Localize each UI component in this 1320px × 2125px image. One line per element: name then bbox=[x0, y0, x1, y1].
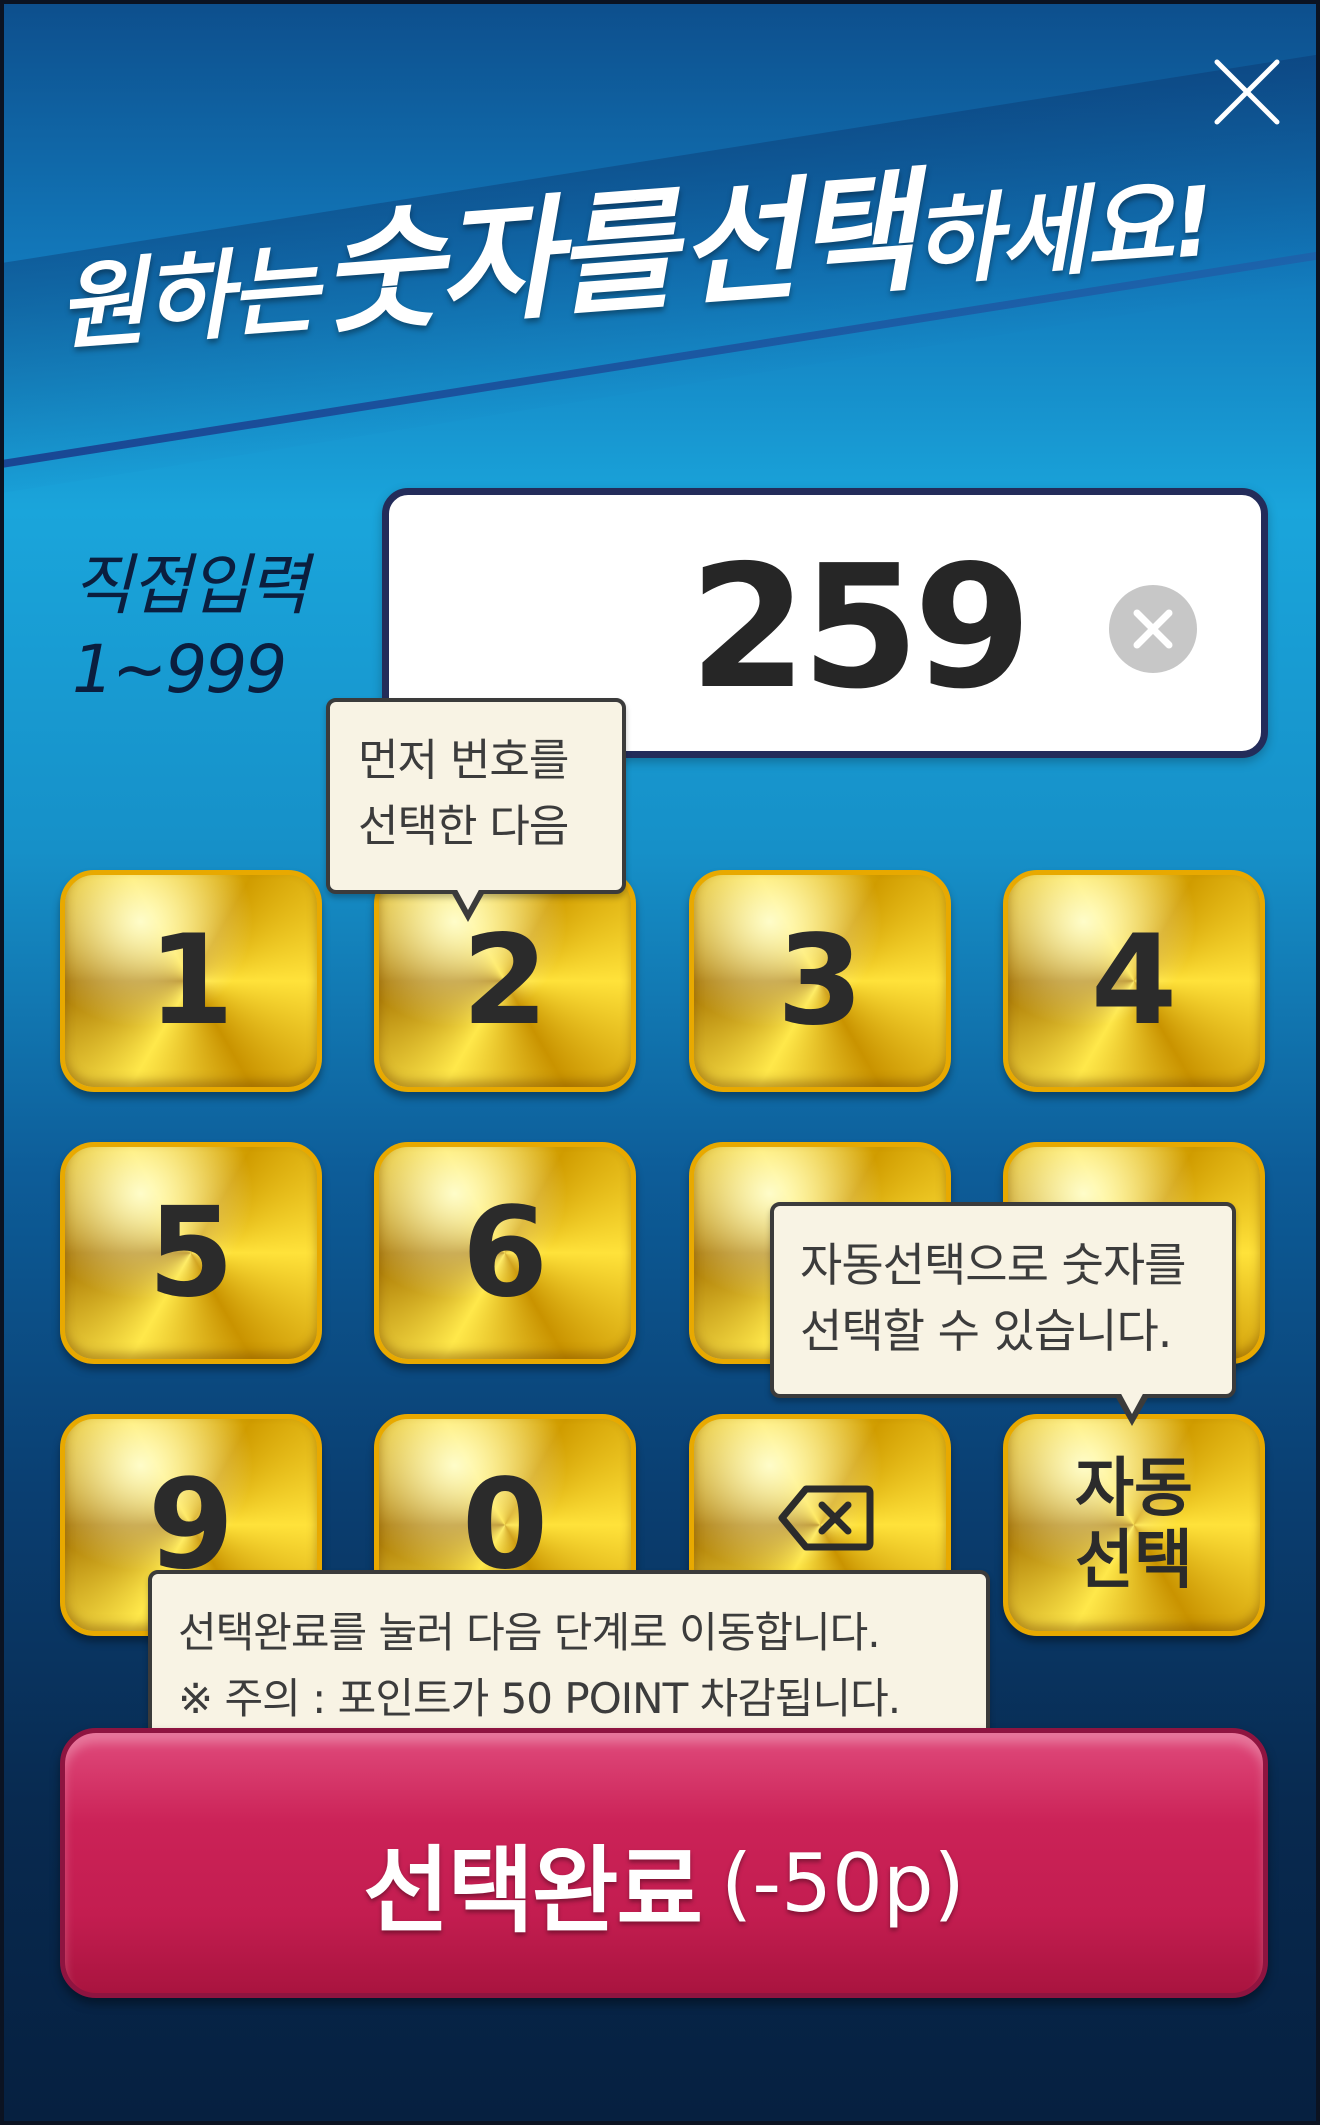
key-6-label: 6 bbox=[461, 1181, 549, 1325]
tooltip-select-first-line2: 선택한 다음 bbox=[358, 801, 569, 852]
confirm-button-cost: (-50p) bbox=[721, 1836, 965, 1930]
direct-input-label-title: 직접입력 bbox=[72, 547, 309, 624]
tooltip-select-first-line1: 먼저 번호를 bbox=[358, 735, 569, 786]
key-5[interactable]: 5 bbox=[60, 1142, 322, 1364]
key-2-label: 2 bbox=[461, 909, 549, 1053]
key-3[interactable]: 3 bbox=[689, 870, 951, 1092]
tooltip-auto-select-line2: 선택할 수 있습니다. bbox=[800, 1304, 1172, 1358]
confirm-selection-button[interactable]: 선택완료 (-50p) bbox=[60, 1728, 1268, 1998]
title-part-1: 원하는 bbox=[53, 232, 321, 365]
key-5-label: 5 bbox=[147, 1181, 235, 1325]
title-part-3: 선택 bbox=[671, 155, 918, 327]
auto-select-label: 자동 선택 bbox=[1008, 1419, 1260, 1631]
title-part-4: 하세요! bbox=[908, 165, 1217, 300]
key-1-label: 1 bbox=[147, 909, 235, 1053]
key-2[interactable]: 2 bbox=[374, 870, 636, 1092]
title-part-2: 숫자를 bbox=[315, 173, 678, 354]
key-4[interactable]: 4 bbox=[1003, 870, 1265, 1092]
clear-icon bbox=[1133, 609, 1173, 649]
backspace-icon bbox=[778, 1485, 874, 1551]
direct-input-range: 1~999 bbox=[72, 631, 287, 708]
key-3-label: 3 bbox=[776, 909, 864, 1053]
tooltip-confirm-line1: 선택완료를 눌러 다음 단계로 이동합니다. bbox=[178, 1608, 881, 1657]
key-6[interactable]: 6 bbox=[374, 1142, 636, 1364]
number-input-value: 259 bbox=[689, 529, 1032, 727]
auto-select-key[interactable]: 자동 선택 bbox=[1003, 1414, 1265, 1636]
key-4-label: 4 bbox=[1090, 909, 1178, 1053]
tooltip-auto-select: 자동선택으로 숫자를 선택할 수 있습니다. bbox=[770, 1202, 1236, 1426]
tooltip-tail bbox=[1114, 1390, 1150, 1426]
auto-select-label-line1: 자동 bbox=[1075, 1452, 1193, 1526]
auto-select-label-line2: 선택 bbox=[1075, 1524, 1193, 1598]
number-select-dialog: 원하는 숫자를 선택하세요! 직접입력 1~999 259 1 2 3 4 5 … bbox=[0, 0, 1320, 2125]
direct-input-label: 직접입력 1~999 bbox=[72, 544, 362, 712]
tooltip-confirm-line2: ※ 주의 : 포인트가 50 POINT 차감됩니다. bbox=[178, 1674, 901, 1723]
tooltip-auto-select-line1: 자동선택으로 숫자를 bbox=[800, 1238, 1187, 1292]
confirm-button-label: 선택완료 bbox=[363, 1837, 703, 1946]
tooltip-select-first: 먼저 번호를 선택한 다음 bbox=[326, 698, 626, 922]
clear-input-button[interactable] bbox=[1109, 585, 1197, 673]
key-1[interactable]: 1 bbox=[60, 870, 322, 1092]
tooltip-tail bbox=[450, 886, 486, 922]
